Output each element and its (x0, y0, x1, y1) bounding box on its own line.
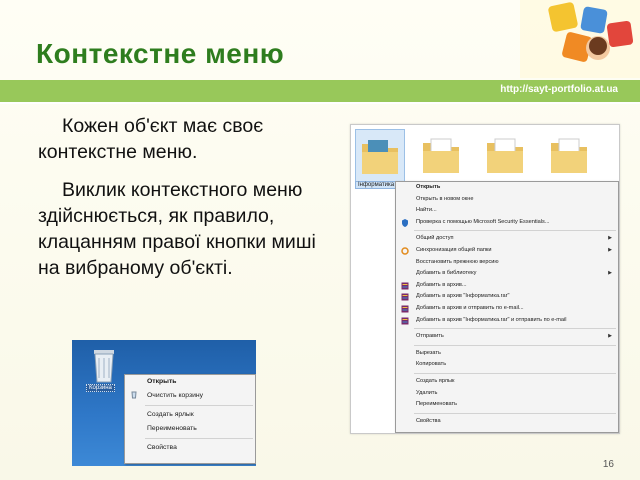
menu-item[interactable]: Копировать (396, 359, 618, 371)
menu-item[interactable]: Общий доступ ▶ (396, 233, 618, 245)
menu-item-label: Переименовать (147, 425, 197, 432)
recycle-bin-screenshot: Корзина Открыть Очистить корзину Создать я… (72, 340, 256, 466)
menu-item[interactable]: Найти... (396, 205, 618, 217)
bar-divider (0, 102, 640, 104)
sync-icon (401, 247, 409, 255)
menu-item-label: Проверка с помощью Microsoft Security Es… (416, 218, 550, 225)
slide-body: Кожен об'єкт має своє контекстне меню. В… (38, 113, 328, 281)
menu-item-label: Добавить в архив "Інформатика.rar" и отп… (416, 316, 567, 323)
menu-item-label: Открыть (147, 378, 177, 385)
menu-separator (145, 438, 253, 439)
recycle-bin-context-menu: Открыть Очистить корзину Создать ярлык Пере… (124, 374, 256, 464)
menu-item-label: Отправить (416, 333, 444, 340)
recycle-bin-label[interactable]: Корзина (86, 384, 115, 392)
menu-item[interactable]: Создать ярлык (396, 376, 618, 388)
folder-row: Інформатика (351, 125, 619, 189)
menu-item-label: Создать ярлык (416, 377, 455, 384)
archive-icon (401, 293, 409, 301)
menu-separator (414, 344, 616, 346)
menu-item[interactable]: Открыть (125, 375, 255, 389)
menu-item[interactable]: Свойства (396, 416, 618, 428)
menu-item-label: Вырезать (416, 349, 441, 356)
submenu-arrow-icon: ▶ (608, 246, 612, 253)
menu-separator (414, 412, 616, 414)
menu-item-label: Удалить (416, 389, 438, 396)
menu-separator (145, 405, 253, 406)
menu-item-label: Очистить корзину (147, 392, 204, 399)
menu-item-label: Открыть (416, 184, 441, 190)
menu-item[interactable]: Проверка с помощью Microsoft Security Es… (396, 217, 618, 229)
menu-item[interactable]: Синхронизация общей папки ▶ (396, 245, 618, 257)
site-url[interactable]: http://sayt-portfolio.at.ua (500, 84, 618, 95)
menu-item-label: Копировать (416, 361, 447, 368)
menu-item[interactable]: Удалить (396, 388, 618, 400)
archive-icon (401, 317, 409, 325)
folder-icon (423, 138, 459, 173)
page-number: 16 (602, 459, 614, 470)
submenu-arrow-icon: ▶ (608, 333, 612, 340)
menu-item-label: Добавить в библиотеку (416, 270, 477, 277)
menu-item[interactable]: Свойства (125, 441, 255, 455)
menu-separator (414, 372, 616, 374)
menu-item[interactable]: Очистить корзину (125, 389, 255, 403)
menu-separator (414, 328, 616, 330)
paragraph-1: Кожен об'єкт має своє контекстне меню. (38, 115, 264, 163)
submenu-arrow-icon: ▶ (608, 270, 612, 277)
menu-separator (414, 230, 616, 232)
slide: Контекстне меню http://sayt-portfolio.at… (0, 0, 640, 480)
paragraph-2: Виклик контекстного меню здійснюється, я… (38, 179, 316, 279)
archive-icon (401, 305, 409, 313)
menu-item-label: Переименовать (416, 401, 458, 408)
menu-item[interactable]: Добавить в архив "Інформатика.rar" (396, 291, 618, 303)
menu-item-label: Добавить в архив "Інформатика.rar" (416, 293, 510, 300)
menu-item-label: Синхронизация общей папки (416, 246, 492, 253)
menu-item[interactable]: Добавить в библиотеку ▶ (396, 268, 618, 280)
recycle-icon (131, 391, 137, 399)
menu-item[interactable]: Вырезать (396, 348, 618, 360)
submenu-arrow-icon: ▶ (608, 235, 612, 242)
menu-item-label: Найти... (416, 207, 437, 214)
menu-item[interactable]: Открыть (396, 182, 618, 194)
menu-item[interactable]: Создать ярлык (125, 408, 255, 422)
slide-title: Контекстне меню (36, 38, 285, 69)
menu-item-label: Свойства (416, 417, 441, 424)
menu-item-label: Добавить в архив... (416, 281, 467, 288)
menu-item-label: Общий доступ (416, 235, 454, 242)
menu-item[interactable]: Открыть в новом окне (396, 194, 618, 206)
archive-icon (401, 282, 409, 290)
folder-icon (551, 138, 587, 173)
menu-item-label: Добавить в архив и отправить по e-mail..… (416, 304, 524, 311)
recycle-bin-icon[interactable] (86, 346, 122, 386)
menu-item[interactable]: Добавить в архив "Інформатика.rar" и отп… (396, 315, 618, 327)
menu-item[interactable]: Переименовать (125, 422, 255, 436)
menu-item[interactable]: Добавить в архив... (396, 280, 618, 292)
menu-item-label: Создать ярлык (147, 411, 194, 418)
menu-item-label: Восстановить прежнюю версию (416, 258, 499, 265)
menu-item[interactable]: Добавить в архив и отправить по e-mail..… (396, 303, 618, 315)
menu-item[interactable]: Восстановить прежнюю версию (396, 257, 618, 269)
folder-context-menu: Открыть Открыть в новом окне Найти... Прове… (395, 181, 619, 433)
folder-context-menu-screenshot: Інформатика Открыть Открыть в новом окне Н… (350, 124, 620, 434)
puzzle-pieces-icon (520, 0, 640, 78)
menu-item[interactable]: Переименовать (396, 399, 618, 411)
folder-icon (487, 138, 523, 173)
folder-caption[interactable]: Інформатика (355, 181, 398, 189)
menu-item[interactable]: Отправить ▶ (396, 331, 618, 343)
shield-icon (402, 218, 408, 227)
title-bar: http://sayt-portfolio.at.ua (0, 80, 640, 102)
folder-icon (355, 129, 405, 183)
menu-item-label: Открыть в новом окне (416, 195, 474, 202)
menu-item-label: Свойства (147, 444, 177, 451)
